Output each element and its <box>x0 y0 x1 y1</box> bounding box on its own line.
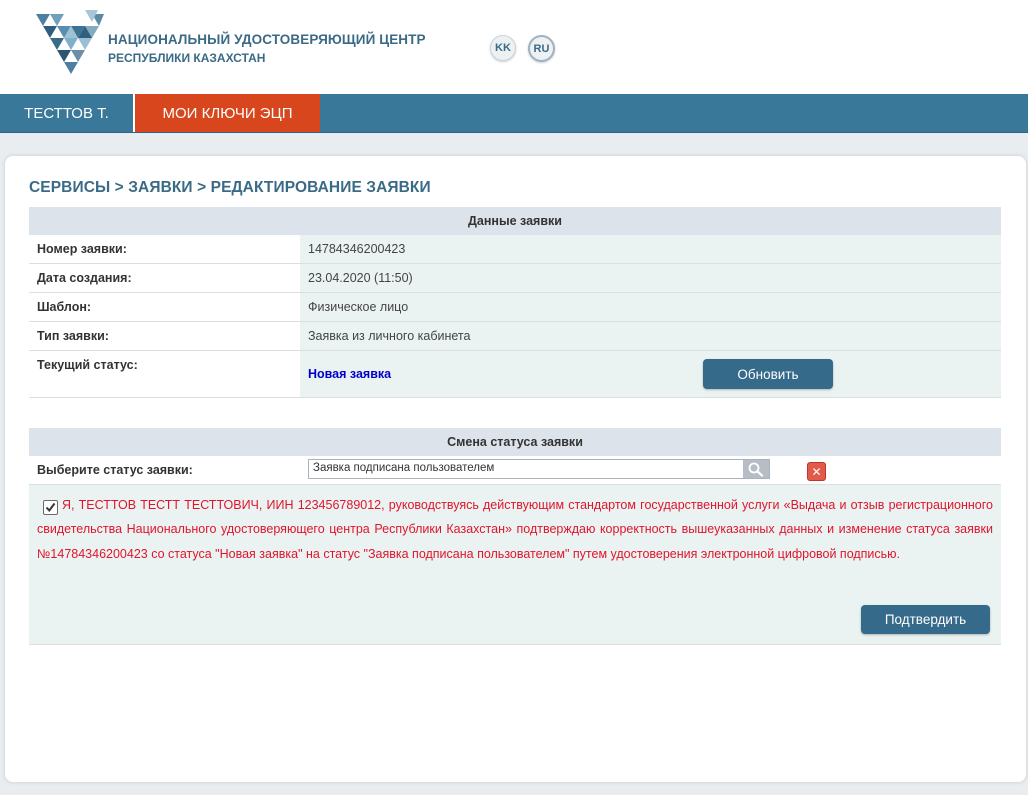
search-icon <box>748 462 764 477</box>
request-data-heading: Данные заявки <box>29 207 1001 235</box>
confirm-button[interactable]: Подтвердить <box>861 605 990 634</box>
header: НАЦИОНАЛЬНЫЙ УДОСТОВЕРЯЮЩИЙ ЦЕНТР РЕСПУБ… <box>0 0 1028 94</box>
request-number: 14784346200423 <box>308 242 406 256</box>
select-status-label: Выберите статус заявки: <box>37 463 193 477</box>
search-button[interactable] <box>743 460 769 478</box>
current-status: Новая заявка <box>308 367 392 381</box>
row-label: Номер заявки: <box>37 242 127 256</box>
request-type: Заявка из личного кабинета <box>308 329 471 343</box>
table-row: Тип заявки: Заявка из личного кабинета <box>29 322 1001 351</box>
table-row: Шаблон: Физическое лицо <box>29 293 1001 322</box>
consent-area: Я, ТЕСТТОВ ТЕСТТ ТЕСТТОВИЧ, ИИН 12345678… <box>29 485 1001 645</box>
status-select-value: Заявка подписана пользователем <box>313 462 495 474</box>
row-label: Текущий статус: <box>37 358 138 372</box>
content-card: СЕРВИСЫ > ЗАЯВКИ > РЕДАКТИРОВАНИЕ ЗАЯВКИ… <box>5 156 1026 782</box>
template-value: Физическое лицо <box>308 300 409 314</box>
clear-status-button[interactable]: ✕ <box>807 462 826 481</box>
main-nav: ТЕСТТОВ Т. МОИ КЛЮЧИ ЭЦП <box>0 94 1028 133</box>
nav-user-menu[interactable]: ТЕСТТОВ Т. <box>0 94 135 132</box>
table-row: Текущий статус: Новая заявка Обновить <box>29 351 1001 398</box>
consent-checkbox[interactable] <box>43 500 58 515</box>
row-label: Дата создания: <box>37 271 132 285</box>
table-row: Дата создания: 23.04.2020 (11:50) <box>29 264 1001 293</box>
status-select[interactable]: Заявка подписана пользователем <box>308 459 770 479</box>
close-icon: ✕ <box>811 464 822 479</box>
status-select-row: Выберите статус заявки: Заявка подписана… <box>29 456 1001 485</box>
nav-my-keys[interactable]: МОИ КЛЮЧИ ЭЦП <box>135 94 320 132</box>
org-subtitle: РЕСПУБЛИКИ КАЗАХСТАН <box>108 51 266 65</box>
org-name: НАЦИОНАЛЬНЫЙ УДОСТОВЕРЯЮЩИЙ ЦЕНТР <box>108 32 426 47</box>
row-label: Тип заявки: <box>37 329 109 343</box>
creation-date: 23.04.2020 (11:50) <box>308 271 413 285</box>
refresh-button[interactable]: Обновить <box>703 359 833 389</box>
logo-icon <box>36 10 104 74</box>
breadcrumb: СЕРВИСЫ > ЗАЯВКИ > РЕДАКТИРОВАНИЕ ЗАЯВКИ <box>29 179 431 196</box>
lang-kk-button[interactable]: KK <box>490 35 516 61</box>
consent-text: Я, ТЕСТТОВ ТЕСТТ ТЕСТТОВИЧ, ИИН 12345678… <box>37 498 993 561</box>
lang-ru-button[interactable]: RU <box>528 35 555 62</box>
check-icon <box>45 502 56 513</box>
table-row: Номер заявки: 14784346200423 <box>29 235 1001 264</box>
status-change-heading: Смена статуса заявки <box>29 428 1001 456</box>
row-label: Шаблон: <box>37 300 92 314</box>
